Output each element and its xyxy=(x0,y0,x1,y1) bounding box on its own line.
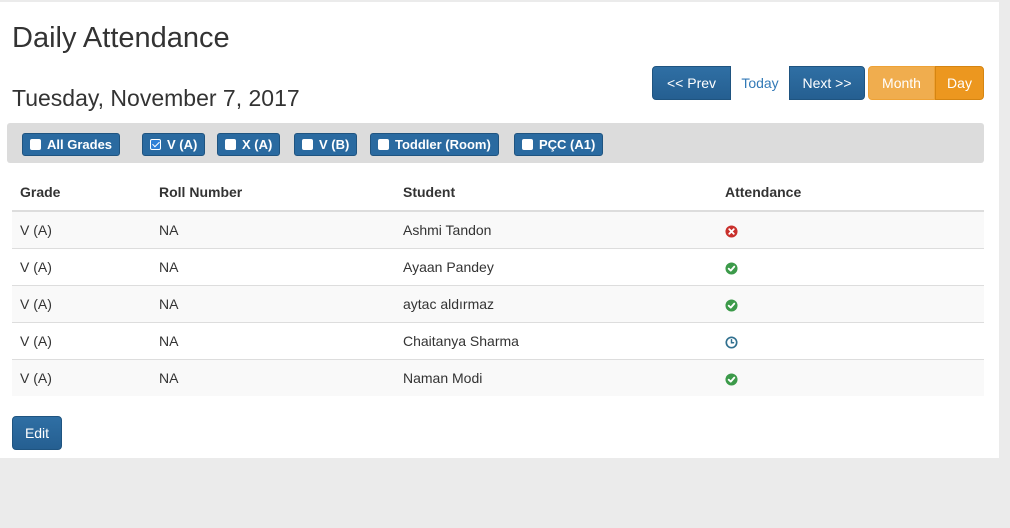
column-header-attendance: Attendance xyxy=(717,173,984,212)
attendance-cell xyxy=(717,322,984,360)
table-row: V (A) NA Naman Modi xyxy=(12,359,984,396)
table-header-row: Grade Roll Number Student Attendance xyxy=(12,173,984,212)
column-header-grade: Grade xyxy=(12,173,151,212)
grade-cell: V (A) xyxy=(12,359,151,396)
prev-button[interactable]: << Prev xyxy=(652,66,731,100)
attendance-panel: Daily Attendance Tuesday, November 7, 20… xyxy=(0,2,999,458)
filter-label: All Grades xyxy=(47,137,113,152)
table-row: V (A) NA Chaitanya Sharma xyxy=(12,322,984,360)
checkbox-toddler-room[interactable] xyxy=(378,139,389,150)
absent-icon[interactable] xyxy=(725,225,738,238)
edit-button[interactable]: Edit xyxy=(12,416,62,450)
table-row: V (A) NA Ashmi Tandon xyxy=(12,210,984,249)
roll-number-cell: NA xyxy=(151,285,395,323)
roll-number-cell: NA xyxy=(151,322,395,360)
roll-number-cell: NA xyxy=(151,359,395,396)
roll-number-cell: NA xyxy=(151,248,395,286)
table-row: V (A) NA Ayaan Pandey xyxy=(12,248,984,286)
filter-chip-v-a[interactable]: V (A) xyxy=(142,133,206,156)
present-icon[interactable] xyxy=(725,262,738,275)
column-header-student: Student xyxy=(395,173,717,212)
day-view-button[interactable]: Day xyxy=(935,66,984,100)
table-row: V (A) NA aytac aldırmaz xyxy=(12,285,984,323)
date-heading: Tuesday, November 7, 2017 xyxy=(12,85,300,111)
roll-number-cell: NA xyxy=(151,210,395,249)
filter-chip-v-b[interactable]: V (B) xyxy=(294,133,358,156)
filter-label: Toddler (Room) xyxy=(395,137,491,152)
checkbox-x-a[interactable] xyxy=(225,139,236,150)
filter-label: PÇC (A1) xyxy=(539,137,596,152)
student-cell: Chaitanya Sharma xyxy=(395,322,717,360)
filter-chip-all-grades[interactable]: All Grades xyxy=(22,133,121,156)
filter-label: V (A) xyxy=(167,137,198,152)
present-icon[interactable] xyxy=(725,299,738,312)
checkbox-v-a[interactable] xyxy=(150,139,161,150)
today-link[interactable]: Today xyxy=(731,66,789,100)
month-view-button[interactable]: Month xyxy=(868,66,935,100)
student-cell: Ayaan Pandey xyxy=(395,248,717,286)
present-icon[interactable] xyxy=(725,373,738,386)
grade-filter-bar: All Grades V (A) X (A) V (B) Toddler (Ro… xyxy=(7,123,984,163)
page-title: Daily Attendance xyxy=(12,22,230,54)
grade-cell: V (A) xyxy=(12,322,151,360)
student-cell: Ashmi Tandon xyxy=(395,210,717,249)
next-button[interactable]: Next >> xyxy=(789,66,865,100)
filter-chip-x-a[interactable]: X (A) xyxy=(217,133,281,156)
grade-cell: V (A) xyxy=(12,248,151,286)
filter-label: X (A) xyxy=(242,137,273,152)
attendance-cell xyxy=(717,248,984,286)
checkbox-pcc-a1[interactable] xyxy=(522,139,533,150)
attendance-cell xyxy=(717,210,984,249)
attendance-cell xyxy=(717,359,984,396)
filter-label: V (B) xyxy=(319,137,350,152)
student-cell: aytac aldırmaz xyxy=(395,285,717,323)
grade-cell: V (A) xyxy=(12,285,151,323)
checkbox-all-grades[interactable] xyxy=(30,139,41,150)
column-header-roll-number: Roll Number xyxy=(151,173,395,212)
late-icon[interactable] xyxy=(725,336,738,349)
attendance-cell xyxy=(717,285,984,323)
grade-cell: V (A) xyxy=(12,210,151,249)
student-cell: Naman Modi xyxy=(395,359,717,396)
filter-chip-toddler-room[interactable]: Toddler (Room) xyxy=(370,133,499,156)
checkbox-v-b[interactable] xyxy=(302,139,313,150)
filter-chip-pcc-a1[interactable]: PÇC (A1) xyxy=(514,133,604,156)
attendance-table: Grade Roll Number Student Attendance V (… xyxy=(12,173,984,396)
